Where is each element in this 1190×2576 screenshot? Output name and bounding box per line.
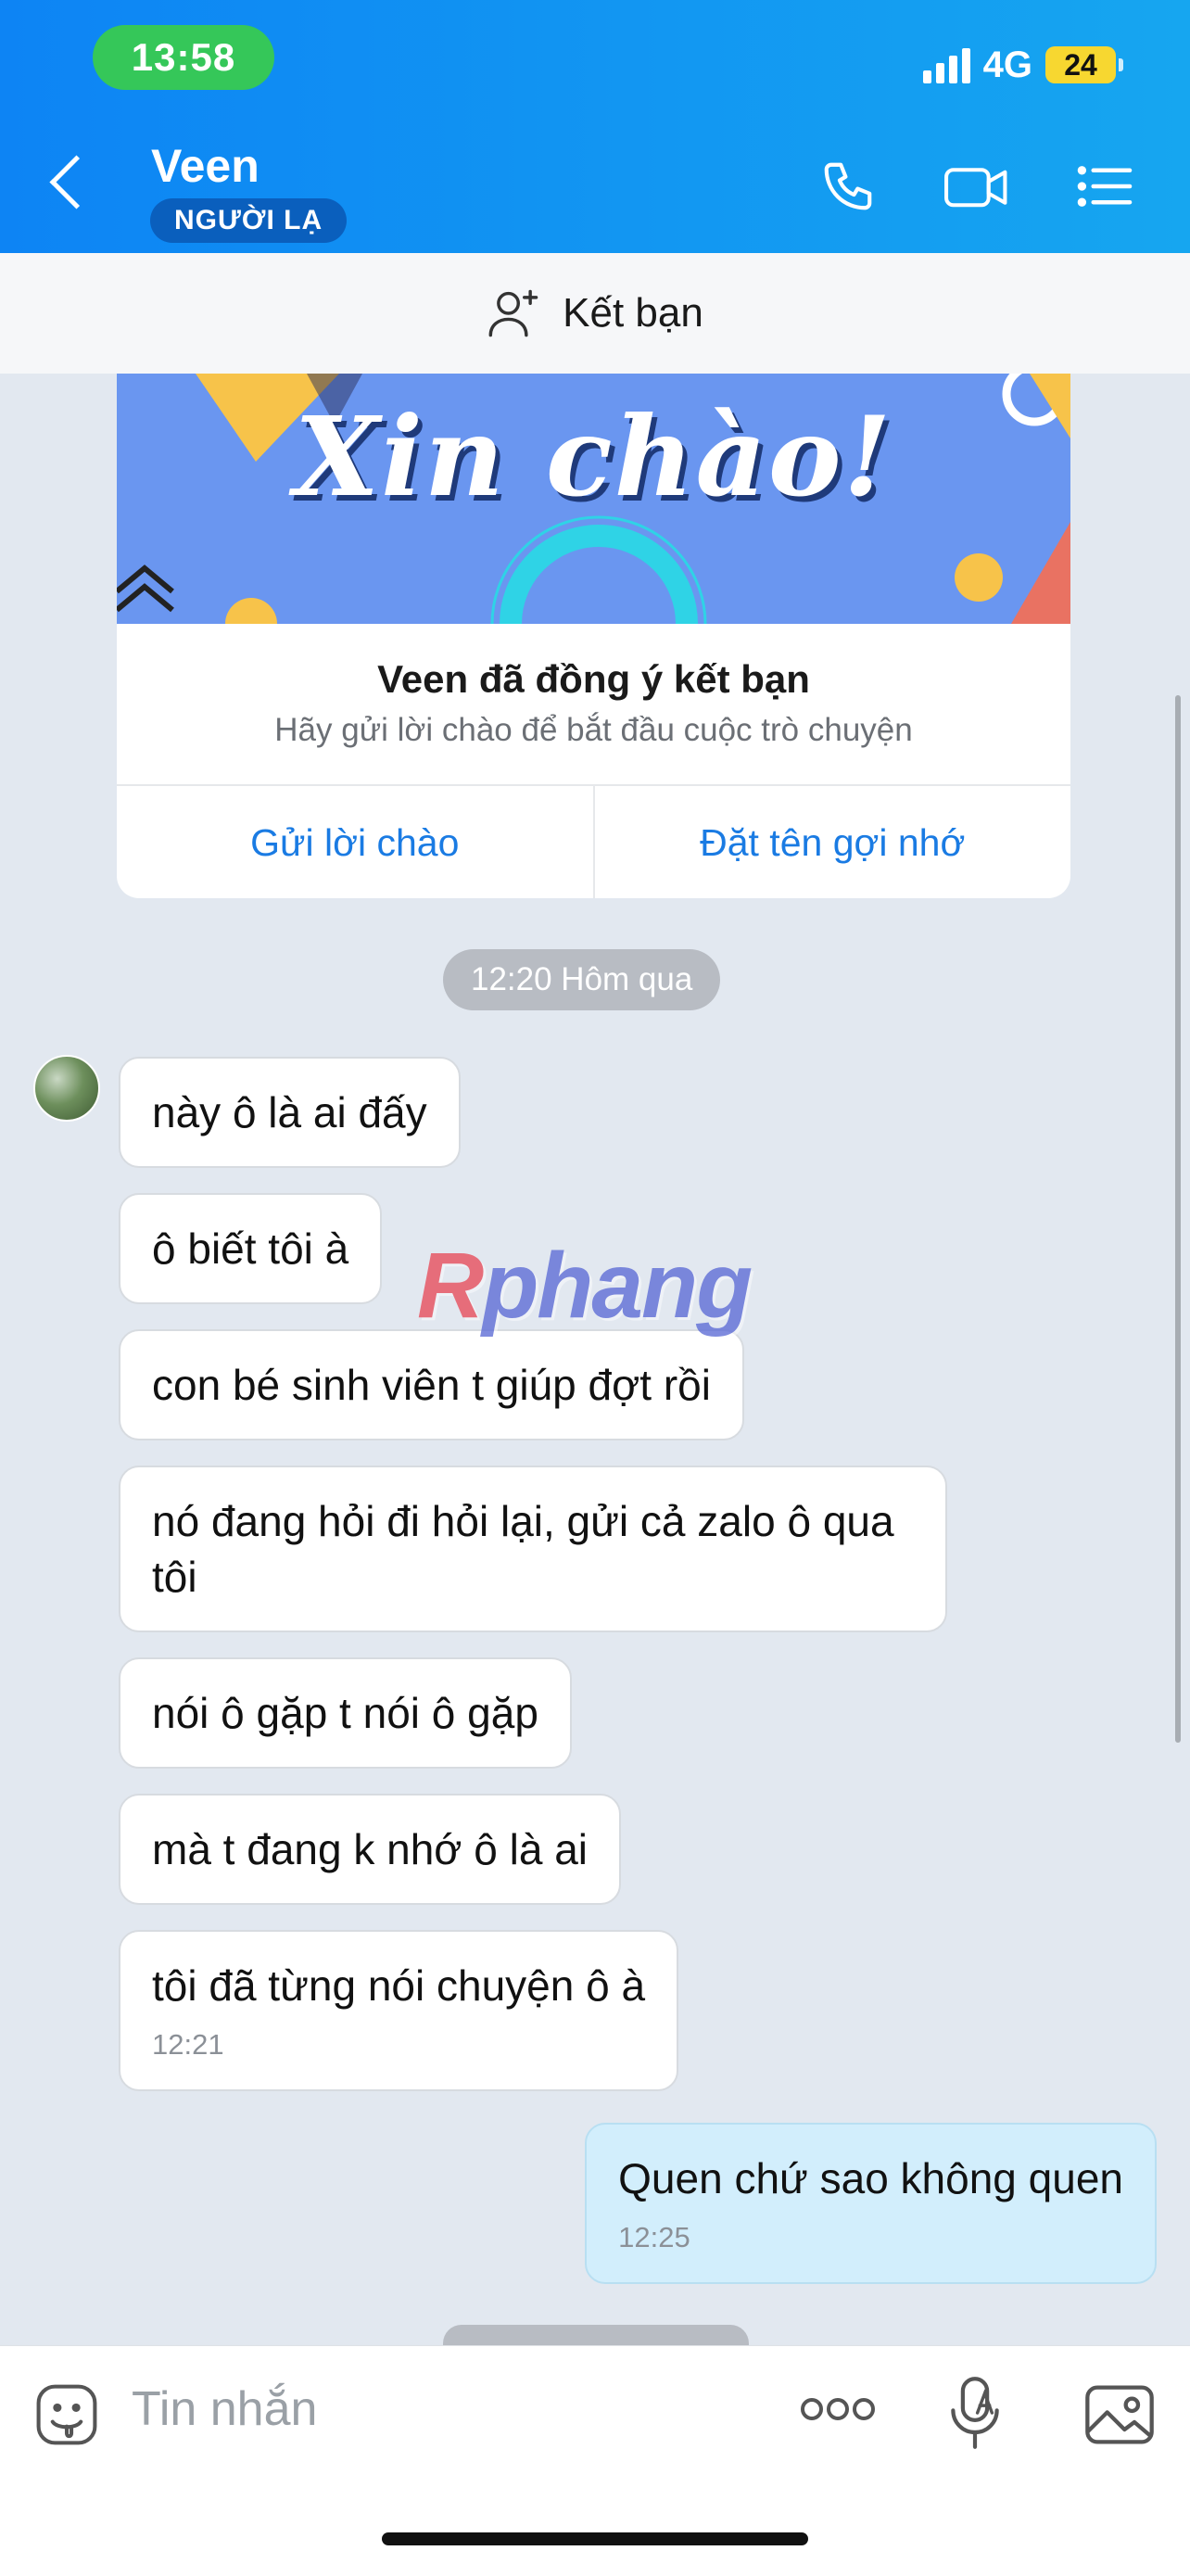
watermark-rest: phang <box>482 1234 753 1338</box>
card-actions: Gửi lời chào Đặt tên gợi nhớ <box>117 784 1070 898</box>
phone-call-icon[interactable] <box>819 158 877 215</box>
message-bubble[interactable]: ô biết tôi à <box>119 1193 383 1304</box>
message-time: 12:21 <box>152 2028 224 2061</box>
scrollbar[interactable] <box>1175 695 1181 1743</box>
my-message-bubble[interactable]: Quen chứ sao không quen 12:25 <box>585 2123 1157 2284</box>
message-input[interactable]: Tin nhắn <box>132 2381 317 2437</box>
message-text: ô biết tôi à <box>152 1225 349 1273</box>
message-text: tôi đã từng nói chuyện ô à <box>152 1961 646 2010</box>
back-icon[interactable] <box>49 155 104 209</box>
watermark-initial: R <box>417 1234 484 1338</box>
video-call-icon[interactable] <box>942 158 1012 215</box>
message-text: mà t đang k nhớ ô là ai <box>152 1825 588 1873</box>
greeting-banner: Xin chào! <box>117 374 1070 624</box>
set-nickname-button[interactable]: Đặt tên gợi nhớ <box>595 786 1071 898</box>
sticker-icon[interactable] <box>32 2379 102 2455</box>
status-time-text: 13:58 <box>131 35 236 79</box>
message-bubble[interactable]: mà t đang k nhớ ô là ai <box>119 1794 621 1905</box>
watermark: Rphang <box>417 1233 753 1339</box>
menu-list-icon[interactable] <box>1075 158 1134 215</box>
voice-to-text-icon[interactable] <box>945 2374 1005 2456</box>
message-text: này ô là ai đấy <box>152 1088 427 1136</box>
signal-icon <box>922 46 970 83</box>
add-friend-icon <box>488 289 538 337</box>
home-indicator <box>382 2532 808 2545</box>
message-text: con bé sinh viên t giúp đợt rồi <box>152 1361 711 1409</box>
add-friend-label: Kết bạn <box>563 290 703 336</box>
message-text: nó đang hỏi đi hỏi lại, gửi cả zalo ô qu… <box>152 1497 894 1601</box>
card-title: Veen đã đồng ý kết bạn <box>377 657 810 701</box>
status-time: 13:58 <box>93 25 274 90</box>
message-bubble[interactable]: này ô là ai đấy <box>119 1057 461 1168</box>
contact-avatar[interactable] <box>33 1055 100 1122</box>
message-text: nói ô gặp t nói ô gặp <box>152 1689 538 1737</box>
message-bubble[interactable]: con bé sinh viên t giúp đợt rồi <box>119 1329 744 1440</box>
battery-level: 24 <box>1064 47 1097 82</box>
card-subtitle: Hãy gửi lời chào để bắt đầu cuộc trò chu… <box>274 712 913 748</box>
more-options-icon[interactable] <box>799 2391 877 2432</box>
send-greeting-button[interactable]: Gửi lời chào <box>117 786 595 898</box>
image-gallery-icon[interactable] <box>1082 2379 1157 2455</box>
battery-icon: 24 <box>1045 46 1123 83</box>
chat-header: 13:58 4G 24 Veen NGƯỜI LẠ <box>0 0 1190 253</box>
status-indicators: 4G 24 <box>922 37 1123 93</box>
network-type: 4G <box>982 44 1032 85</box>
message-text: Quen chứ sao không quen <box>618 2154 1123 2202</box>
add-friend-bar[interactable]: Kết bạn <box>0 253 1190 374</box>
friend-accepted-card: Xin chào! Veen đã đồng ý kết bạn Hãy gửi… <box>117 374 1070 898</box>
stranger-badge: NGƯỜI LẠ <box>150 198 348 243</box>
date-separator: 12:20 Hôm qua <box>443 949 721 1010</box>
banner-text: Xin chào! <box>294 392 893 521</box>
message-bubble[interactable]: nó đang hỏi đi hỏi lại, gửi cả zalo ô qu… <box>119 1466 947 1632</box>
message-bubble[interactable]: nói ô gặp t nói ô gặp <box>119 1657 572 1769</box>
message-time: 12:25 <box>618 2221 690 2253</box>
contact-name[interactable]: Veen <box>151 139 260 193</box>
message-bubble[interactable]: tôi đã từng nói chuyện ô à 12:21 <box>119 1930 679 2091</box>
